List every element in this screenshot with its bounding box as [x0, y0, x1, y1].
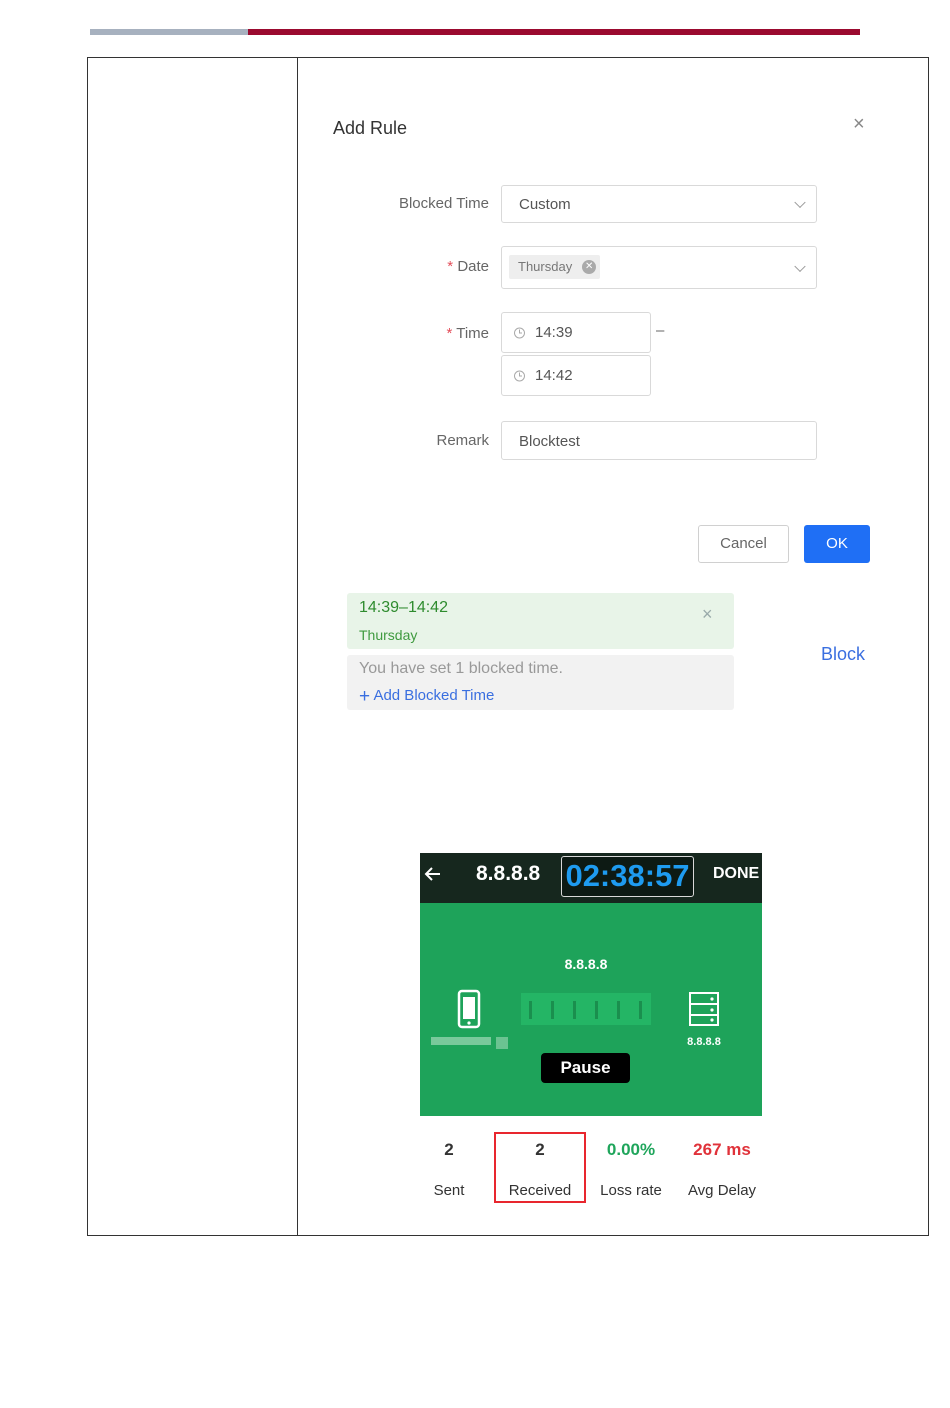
add-blocked-time-link[interactable]: + Add Blocked Time [359, 686, 494, 708]
ping-host-label: 8.8.8.8 [564, 956, 608, 972]
time-end-value: 14:42 [535, 367, 573, 384]
highlight-box [494, 1132, 586, 1203]
blocked-time-range: 14:39–14:42 [359, 599, 448, 616]
time-end-picker[interactable]: 14:42 [501, 355, 651, 396]
chevron-down-icon [794, 196, 806, 209]
header-bar-red [248, 29, 860, 35]
timer-box: 02:38:57 [561, 856, 694, 897]
close-icon[interactable]: × [853, 113, 865, 136]
stat-sent-label: Sent [433, 1182, 465, 1199]
blocked-time-value: Custom [519, 196, 571, 213]
blocked-time-card: 14:39–14:42 Thursday × [347, 593, 734, 649]
done-button[interactable]: DONE [713, 865, 759, 883]
time-start-picker[interactable]: 14:39 [501, 312, 651, 353]
table-column-divider [297, 57, 298, 1236]
blocked-time-day: Thursday [359, 627, 418, 643]
stat-loss-label: Loss rate [600, 1182, 662, 1199]
back-arrow-icon[interactable] [424, 865, 442, 883]
blocked-time-select[interactable]: Custom [501, 185, 817, 223]
plus-icon: + [359, 686, 371, 707]
date-select[interactable]: Thursday ✕ [501, 246, 817, 289]
remove-tag-icon[interactable]: ✕ [582, 260, 597, 274]
stat-loss-value: 0.00% [606, 1140, 656, 1159]
dialog-title: Add Rule [333, 118, 408, 138]
pause-button[interactable]: Pause [541, 1053, 630, 1083]
stat-sent-value: 2 [444, 1140, 454, 1159]
remark-value: Blocktest [519, 433, 580, 450]
time-label: * Time [446, 325, 489, 342]
packet-arrows-icon [529, 1001, 642, 1019]
cancel-button[interactable]: Cancel [698, 525, 789, 563]
server-icon [689, 992, 719, 1026]
stat-delay-value: 267 ms [693, 1140, 751, 1159]
chevron-down-icon [794, 260, 806, 272]
blocked-time-count: You have set 1 blocked time. [359, 660, 563, 677]
date-tag: Thursday ✕ [509, 255, 601, 279]
redacted-device-name [496, 1037, 508, 1049]
ok-button[interactable]: OK [804, 525, 870, 563]
phone-icon [457, 989, 481, 1029]
close-icon[interactable]: × [702, 604, 713, 625]
remark-input[interactable]: Blocktest [501, 421, 817, 460]
time-separator: – [656, 322, 665, 339]
redacted-device-name [431, 1037, 491, 1045]
stat-delay-label: Avg Delay [687, 1182, 757, 1199]
clock-icon [514, 327, 525, 338]
ping-timer: 02:38:57 [565, 858, 690, 893]
date-label: * Date [447, 258, 489, 275]
header-bar-gray [90, 29, 248, 35]
block-link[interactable]: Block [821, 644, 865, 665]
blocked-time-info-box: You have set 1 blocked time. + Add Block… [347, 655, 734, 710]
clock-icon [514, 370, 525, 381]
time-start-value: 14:39 [535, 324, 573, 341]
remark-label: Remark [436, 432, 489, 449]
blocked-time-label: Blocked Time [398, 195, 489, 212]
packet-stream [521, 993, 651, 1025]
ping-target: 8.8.8.8 [476, 862, 541, 885]
server-label: 8.8.8.8 [687, 1036, 721, 1048]
